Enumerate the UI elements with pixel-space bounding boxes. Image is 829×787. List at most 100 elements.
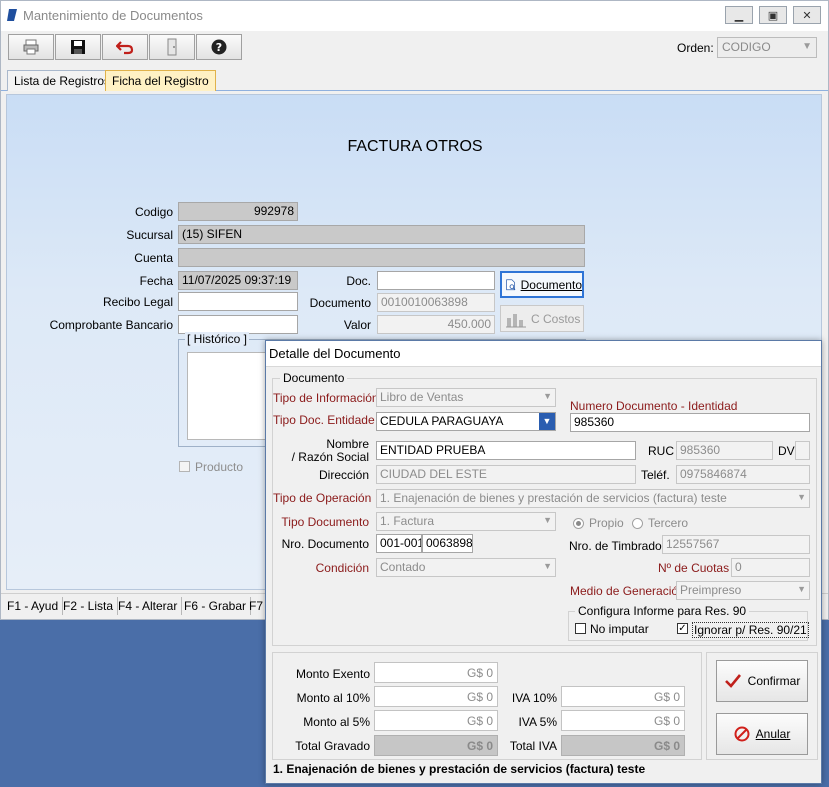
nro-timbrado-label: Nro. de Timbrado xyxy=(569,539,662,553)
tab-lista-registros[interactable]: Lista de Registros xyxy=(7,70,118,91)
monto-exento-label: Monto Exento xyxy=(295,667,370,681)
nro-documento-label: Nro. Documento xyxy=(281,537,369,551)
documento-group-label: Documento xyxy=(280,371,348,385)
codigo-label: Codigo xyxy=(134,205,173,219)
costos-button-label: C Costos xyxy=(531,311,581,326)
fkey-f4[interactable]: F4 - Alterar xyxy=(114,597,183,615)
fkey-f2[interactable]: F2 - Lista xyxy=(59,597,119,615)
fkey-f6[interactable]: F6 - Grabar xyxy=(180,597,252,615)
orden-select[interactable]: CODIGO ▼ xyxy=(717,37,817,58)
medio-generacion-select[interactable]: Preimpreso ▼ xyxy=(676,581,810,600)
chevron-down-icon: ▼ xyxy=(543,391,552,401)
ignorar-checkbox[interactable]: ✓ xyxy=(677,623,688,634)
fecha-label: Fecha xyxy=(139,274,173,288)
confirmar-button[interactable]: Confirmar xyxy=(716,660,808,702)
iva-10-label: IVA 10% xyxy=(511,691,557,705)
maximize-button[interactable]: ▣ xyxy=(759,6,787,24)
tipo-documento-select[interactable]: 1. Factura ▼ xyxy=(376,512,556,531)
undo-button[interactable] xyxy=(102,34,148,60)
chevron-down-icon: ▼ xyxy=(543,561,552,571)
close-button[interactable]: ✕ xyxy=(793,6,821,24)
iva-5-field[interactable]: G$ 0 xyxy=(561,710,685,731)
total-iva-field[interactable]: G$ 0 xyxy=(561,735,685,756)
numero-documento-field[interactable]: 985360 xyxy=(570,413,810,432)
doc-label: Doc. xyxy=(346,274,371,288)
propio-radio[interactable] xyxy=(573,518,584,529)
save-button[interactable] xyxy=(55,34,101,60)
help-button[interactable]: ? xyxy=(196,34,242,60)
fkey-f1[interactable]: F1 - Ayud xyxy=(3,597,64,615)
direccion-field[interactable]: CIUDAD DEL ESTE xyxy=(376,465,636,484)
codigo-field[interactable]: 992978 xyxy=(178,202,298,221)
sucursal-field[interactable]: (15) SIFEN xyxy=(178,225,585,244)
cuotas-field[interactable]: 0 xyxy=(731,558,810,577)
undo-icon xyxy=(116,41,134,55)
tab-ficha-registro[interactable]: Ficha del Registro xyxy=(105,70,216,91)
tipo-doc-entidade-select[interactable]: CEDULA PARAGUAYA ▼ xyxy=(376,412,556,431)
fecha-field[interactable]: 11/07/2025 09:37:19 xyxy=(178,271,298,290)
document-search-icon xyxy=(506,278,516,290)
ruc-field[interactable]: 985360 xyxy=(676,441,773,460)
close-icon: ✕ xyxy=(802,9,812,22)
tipo-informacion-label: Tipo de Información xyxy=(273,391,379,405)
nro-documento-number-field[interactable]: 0063898 xyxy=(422,534,473,553)
propio-label: Propio xyxy=(589,516,624,530)
documento-field[interactable]: 0010010063898 xyxy=(377,293,495,312)
dialog-buttons: Confirmar Anular xyxy=(706,652,818,760)
medio-generacion-value: Preimpreso xyxy=(680,583,742,597)
total-gravado-label: Total Gravado xyxy=(295,739,370,753)
no-imputar-checkbox[interactable] xyxy=(575,623,586,634)
ruc-label: RUC xyxy=(648,444,674,458)
monto-10-field[interactable]: G$ 0 xyxy=(374,686,498,707)
recibo-legal-field[interactable] xyxy=(178,292,298,311)
tipo-operacion-label: Tipo de Operación xyxy=(273,491,372,505)
recibo-legal-label: Recibo Legal xyxy=(102,295,173,309)
producto-checkbox[interactable] xyxy=(179,461,190,472)
tipo-doc-entidade-label: Tipo Doc. Entidade xyxy=(273,413,375,427)
iva-5-label: IVA 5% xyxy=(518,715,557,729)
total-gravado-field[interactable]: G$ 0 xyxy=(374,735,498,756)
tipo-informacion-select[interactable]: Libro de Ventas ▼ xyxy=(376,388,556,407)
nro-documento-prefix-field[interactable]: 001-001 xyxy=(376,534,422,553)
orden-label: Orden: xyxy=(677,41,714,55)
monto-exento-field[interactable]: G$ 0 xyxy=(374,662,498,683)
cuotas-label: Nº de Cuotas xyxy=(658,561,730,575)
tipo-operacion-select[interactable]: 1. Enajenación de bienes y prestación de… xyxy=(376,489,810,508)
doc-field[interactable] xyxy=(377,271,495,290)
nombre-field[interactable]: ENTIDAD PRUEBA xyxy=(376,441,636,460)
condicion-select[interactable]: Contado ▼ xyxy=(376,558,556,577)
save-icon xyxy=(71,40,85,54)
chevron-down-icon: ▼ xyxy=(802,41,812,52)
direccion-label: Dirección xyxy=(318,468,369,482)
anular-button[interactable]: Anular xyxy=(716,713,808,755)
medio-generacion-label: Medio de Generación xyxy=(570,584,685,598)
cancel-icon xyxy=(734,726,750,742)
costos-button[interactable]: C Costos xyxy=(500,305,584,332)
toolbar: ? Orden: CODIGO ▼ xyxy=(5,33,825,63)
svg-text:?: ? xyxy=(216,41,222,54)
documento-button[interactable]: Documento xyxy=(500,271,584,298)
dv-field[interactable] xyxy=(795,441,810,460)
tercero-label: Tercero xyxy=(648,516,689,530)
app-icon xyxy=(7,9,17,21)
telefono-label: Teléf. xyxy=(641,468,670,482)
exit-button[interactable] xyxy=(149,34,195,60)
tercero-radio[interactable] xyxy=(632,518,643,529)
valor-field[interactable]: 450.000 xyxy=(377,315,495,334)
window-title: Mantenimiento de Documentos xyxy=(23,8,203,23)
chevron-down-icon: ▼ xyxy=(797,492,806,502)
cuenta-field[interactable] xyxy=(178,248,585,267)
monto-10-label: Monto al 10% xyxy=(296,691,370,705)
chevron-down-icon: ▼ xyxy=(543,515,552,525)
res90-group-label: Configura Informe para Res. 90 xyxy=(575,604,750,618)
title-bar: Mantenimiento de Documentos ▁ ▣ ✕ xyxy=(1,1,828,31)
bar-chart-icon xyxy=(506,313,526,327)
monto-5-field[interactable]: G$ 0 xyxy=(374,710,498,731)
tipo-operacion-value: 1. Enajenación de bienes y prestación de… xyxy=(380,491,727,505)
print-button[interactable] xyxy=(8,34,54,60)
minimize-button[interactable]: ▁ xyxy=(725,6,753,24)
monto-5-label: Monto al 5% xyxy=(303,715,370,729)
nro-timbrado-field[interactable]: 12557567 xyxy=(662,535,810,554)
telefono-field[interactable]: 0975846874 xyxy=(676,465,810,484)
iva-10-field[interactable]: G$ 0 xyxy=(561,686,685,707)
